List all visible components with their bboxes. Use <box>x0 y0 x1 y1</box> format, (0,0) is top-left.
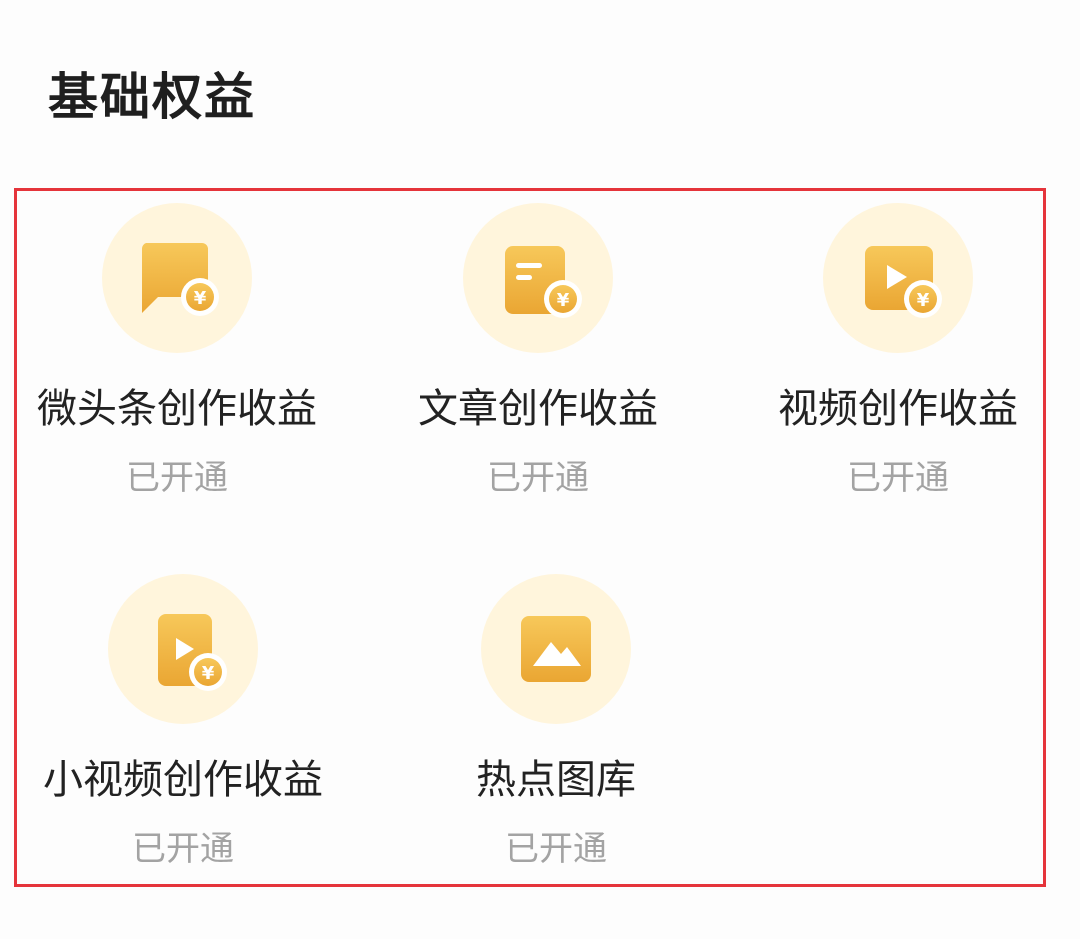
benefit-name: 小视频创作收益 <box>43 757 323 803</box>
chat-bubble-coin-icon: ¥ <box>102 203 252 353</box>
benefit-status: 已开通 <box>487 458 589 498</box>
benefit-name: 微头条创作收益 <box>37 386 317 432</box>
svg-text:¥: ¥ <box>917 290 930 311</box>
benefit-name: 热点图库 <box>476 757 636 803</box>
benefit-item-article[interactable]: ¥ 文章创作收益 已开通 <box>368 203 708 501</box>
benefit-status: 已开通 <box>505 829 607 869</box>
benefit-name: 文章创作收益 <box>418 386 658 432</box>
image-gallery-icon <box>481 574 631 724</box>
video-coin-icon: ¥ <box>823 203 973 353</box>
benefit-status: 已开通 <box>847 458 949 498</box>
document-coin-icon: ¥ <box>463 203 613 353</box>
benefit-item-hot-gallery[interactable]: 热点图库 已开通 <box>386 574 726 872</box>
benefit-status: 已开通 <box>132 829 234 869</box>
benefit-name: 视频创作收益 <box>778 386 1018 432</box>
benefit-item-video[interactable]: ¥ 视频创作收益 已开通 <box>728 203 1068 501</box>
benefit-item-short-video[interactable]: ¥ 小视频创作收益 已开通 <box>13 574 353 872</box>
benefit-item-micro-post[interactable]: ¥ 微头条创作收益 已开通 <box>7 203 347 501</box>
svg-text:¥: ¥ <box>194 288 207 309</box>
section-title: 基础权益 <box>48 68 256 126</box>
svg-text:¥: ¥ <box>557 290 570 311</box>
svg-text:¥: ¥ <box>202 663 215 684</box>
short-video-coin-icon: ¥ <box>108 574 258 724</box>
benefit-status: 已开通 <box>126 458 228 498</box>
